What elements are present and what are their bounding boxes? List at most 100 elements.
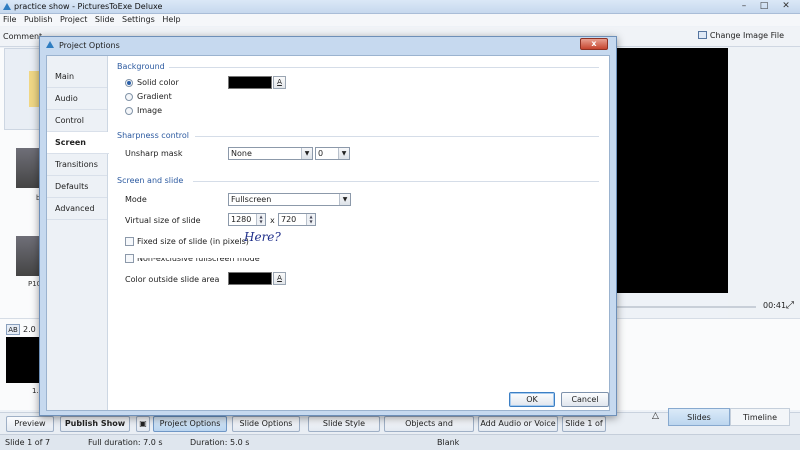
change-image-label: Change Image File [709,31,784,40]
gradient-radio[interactable] [125,93,133,101]
close-icon[interactable]: ✕ [776,1,796,12]
dialog-logo-icon [46,41,54,48]
tab-slides[interactable]: Slides [668,408,730,426]
chevron-down-icon: ▼ [338,148,349,159]
menu-project[interactable]: Project [60,14,87,26]
slide-width-spinner[interactable]: 1280 ▲ ▼ [228,213,266,226]
nav-defaults[interactable]: Defaults [47,176,107,198]
publish-show-button[interactable]: Publish Show [60,416,130,432]
nav-screen[interactable]: Screen [47,132,109,154]
spinner-arrows-icon[interactable]: ▲ ▼ [306,214,315,225]
unsharp-mask-label: Unsharp mask [125,149,183,158]
background-color-swatch[interactable] [228,76,272,89]
slide-number-label: 1. [32,387,39,395]
slide-width-value: 1280 [231,215,252,224]
nonexclusive-checkbox[interactable] [125,254,134,263]
background-heading: Background [117,62,165,71]
dialog-title: Project Options [59,41,120,50]
unsharp-amount-value: 0 [318,149,324,158]
menu-settings[interactable]: Settings [122,14,155,26]
preview-time: 00:41 [763,301,787,310]
add-audio-button[interactable]: Add Audio or Voice [478,416,558,432]
cancel-button[interactable]: Cancel [561,392,609,407]
seek-track[interactable] [616,306,756,308]
image-radio[interactable] [125,107,133,115]
chevron-down-icon: ▼ [301,148,312,159]
unsharp-mask-value: None [231,149,252,158]
solid-color-label[interactable]: Solid color [137,78,179,87]
app-titlebar: practice show - PicturesToExe Deluxe – □… [0,0,800,14]
spinner-arrows-icon[interactable]: ▲ ▼ [256,214,265,225]
screen-slide-heading: Screen and slide [117,176,184,185]
status-slide: Slide 1 of 7 [5,438,51,447]
image-thumbnail[interactable] [16,148,40,188]
maximize-icon[interactable]: □ [756,1,772,12]
section-divider [195,136,599,137]
background-color-button[interactable]: A [273,76,286,89]
nav-audio[interactable]: Audio [47,88,107,110]
preview-button[interactable]: Preview [6,416,54,432]
minimize-icon[interactable]: – [736,1,752,12]
mode-select[interactable]: Fullscreen ▼ [228,193,351,206]
slide-options-button[interactable]: Slide Options [232,416,300,432]
app-logo-icon [3,3,11,10]
fixed-size-checkbox[interactable] [125,237,134,246]
size-separator: x [270,216,275,225]
preview-screen [616,48,728,293]
project-options-dialog: Project Options x Main Audio Control Scr… [39,36,617,416]
menu-file[interactable]: File [3,14,16,26]
gradient-label[interactable]: Gradient [137,92,172,101]
dialog-close-button[interactable]: x [580,38,608,50]
slide-height-value: 720 [281,215,297,224]
tab-timeline[interactable]: Timeline [730,408,790,426]
mode-label: Mode [125,195,147,204]
status-duration: Duration: 5.0 s [190,438,250,447]
menu-publish[interactable]: Publish [24,14,53,26]
dialog-titlebar[interactable]: Project Options x [42,38,614,53]
status-bar: Slide 1 of 7 Full duration: 7.0 s Durati… [0,434,800,450]
project-options-icon[interactable]: ▣ [136,416,150,432]
outside-color-swatch[interactable] [228,272,272,285]
chevron-down-icon: ▼ [339,194,350,205]
nav-control[interactable]: Control [47,110,107,132]
menu-slide[interactable]: Slide [95,14,115,26]
slide-thumbnail[interactable] [6,337,40,383]
ok-button[interactable]: OK [509,392,555,407]
objects-animation-button[interactable]: Objects and Animation [384,416,474,442]
slide-height-spinner[interactable]: 720 ▲ ▼ [278,213,316,226]
nav-main[interactable]: Main [47,66,107,88]
app-title: practice show - PicturesToExe Deluxe [14,2,163,11]
menu-help[interactable]: Help [162,14,180,26]
folder-thumbnail[interactable] [4,48,45,130]
unsharp-mask-select[interactable]: None ▼ [228,147,313,160]
nav-transitions[interactable]: Transitions [47,154,107,176]
ab-badge[interactable]: AB [6,324,20,335]
mode-value: Fullscreen [231,195,272,204]
comment-label[interactable]: Comment [3,32,42,41]
image-label[interactable]: Image [137,106,162,115]
image-thumbnail[interactable] [16,236,40,276]
slide-counter: Slide 1 of 7 [562,416,606,442]
slide-style-button[interactable]: Slide Style [308,416,380,432]
image-icon [697,31,707,39]
project-options-button[interactable]: Project Options [153,416,227,432]
status-transition: Blank [437,438,460,447]
fullscreen-icon[interactable]: ⤢ [786,300,794,311]
outside-color-button[interactable]: A [273,272,286,285]
handwritten-annotation: Here? [244,230,281,244]
ab-duration: 2.0 [23,325,36,334]
section-divider [169,67,599,68]
outside-color-label: Color outside slide area [125,275,220,284]
unsharp-amount-select[interactable]: 0 ▼ [315,147,350,160]
virtual-size-label: Virtual size of slide [125,216,201,225]
screen-options-panel: Background Solid color Gradient Image A … [109,56,609,410]
options-nav: Main Audio Control Screen Transitions De… [47,56,109,410]
warning-icon[interactable]: △ [652,411,659,421]
menubar: File Publish Project Slide Settings Help [0,14,800,26]
dialog-body: Main Audio Control Screen Transitions De… [46,55,610,411]
fixed-size-label[interactable]: Fixed size of slide (in pixels) [137,237,249,246]
change-image-file-button[interactable]: Change Image File [697,31,784,40]
preview-seek-bar: 00:41 ⤢ [616,300,800,314]
nav-advanced[interactable]: Advanced [47,198,107,220]
solid-color-radio[interactable] [125,79,133,87]
